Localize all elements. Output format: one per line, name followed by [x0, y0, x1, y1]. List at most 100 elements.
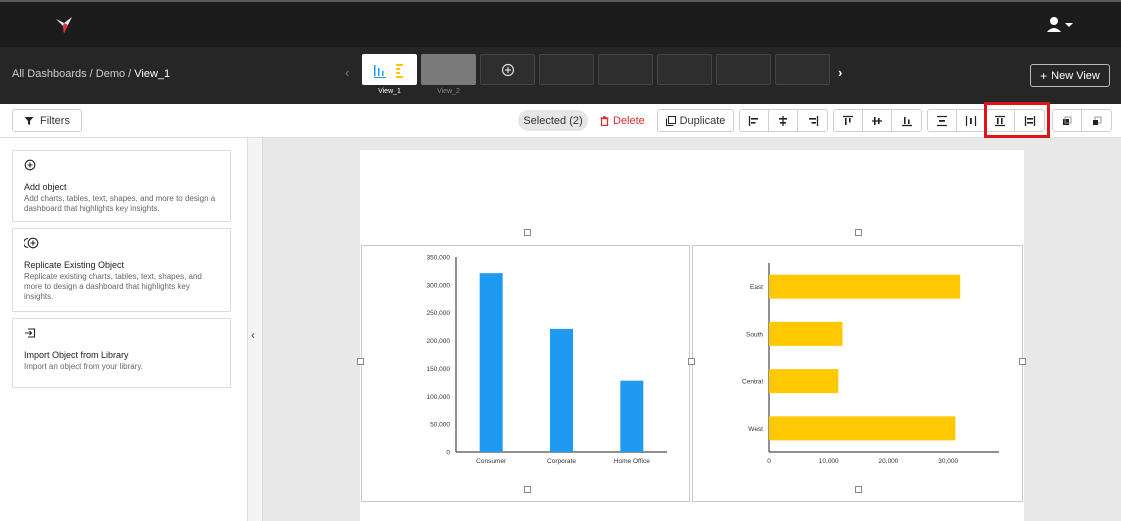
resize-handle[interactable]: [524, 486, 531, 493]
align-bottom-button[interactable]: [892, 110, 921, 131]
send-back-icon: [1092, 116, 1101, 125]
view-bar: All Dashboards / Demo / View_1 ‹ View_1 …: [0, 47, 1121, 104]
plus-circle-icon: [24, 159, 36, 171]
view-slot-empty[interactable]: [657, 54, 712, 85]
card-title: Add object: [24, 182, 67, 192]
y-tick-label: 250,000: [427, 310, 451, 317]
x-tick-label: 20,000: [879, 458, 899, 465]
view-slot-empty[interactable]: [598, 54, 653, 85]
x-tick-label: 30,000: [938, 458, 958, 465]
view-thumb-2[interactable]: [421, 54, 476, 85]
y-tick-label: 50,000: [430, 422, 450, 429]
dashboard-sheet[interactable]: 0 50,000 100,000 150,000 200,000 250,000 300,0…: [360, 150, 1024, 521]
breadcrumb-all-dashboards[interactable]: All Dashboards: [12, 68, 87, 80]
distribute-horizontal-icon: [965, 115, 977, 126]
y-tick-label: 350,000: [427, 255, 451, 262]
y-tick-label: 100,000: [427, 394, 451, 401]
align-middle-button[interactable]: [863, 110, 892, 131]
view-slot-empty[interactable]: [775, 54, 830, 85]
view-label-2[interactable]: View_2: [421, 88, 476, 95]
bar: [479, 273, 503, 452]
breadcrumb-demo[interactable]: Demo: [96, 68, 125, 80]
bring-to-front-button[interactable]: [1053, 110, 1082, 131]
chevron-right-icon[interactable]: ›: [838, 65, 842, 80]
card-description: Import an object from your library.: [24, 362, 144, 371]
y-tick-label: South: [746, 331, 763, 338]
new-view-button[interactable]: + New View: [1030, 64, 1110, 87]
resize-handle[interactable]: [855, 486, 862, 493]
align-center-button[interactable]: [769, 110, 798, 131]
delete-button[interactable]: Delete: [600, 110, 645, 131]
filter-funnel-icon: [24, 116, 34, 125]
replicate-object-card[interactable]: Replicate Existing Object Replicate exis…: [12, 228, 231, 312]
y-tick-label: 200,000: [427, 338, 451, 345]
import-icon: [25, 328, 36, 338]
add-object-card[interactable]: Add object Add charts, tables, text, sha…: [12, 150, 231, 222]
card-description: Replicate existing charts, tables, text,…: [24, 272, 202, 301]
resize-handle[interactable]: [1019, 358, 1026, 365]
align-left-icon: [748, 115, 758, 126]
trash-icon: [600, 115, 609, 126]
hummingbird-logo-icon[interactable]: [54, 15, 76, 35]
bar: [769, 416, 956, 441]
align-top-icon: [843, 115, 853, 125]
vertical-bar-chart: 0 50,000 100,000 150,000 200,000 250,000 300,0…: [427, 255, 667, 465]
card-description: Add charts, tables, text, shapes, and mo…: [24, 194, 216, 213]
view-thumb-1[interactable]: [362, 54, 417, 85]
view-label-1[interactable]: View_1: [362, 88, 417, 95]
distribute-horizontal-button[interactable]: [957, 110, 986, 131]
send-to-back-button[interactable]: [1082, 110, 1111, 131]
align-middle-icon: [872, 116, 882, 125]
chevron-left-icon[interactable]: ‹: [251, 328, 255, 342]
chevron-left-icon[interactable]: ‹: [345, 65, 349, 80]
add-view-button[interactable]: [480, 54, 535, 85]
plus-circle-icon: [501, 63, 514, 76]
card-title: Replicate Existing Object: [24, 260, 125, 270]
view-slot-empty[interactable]: [716, 54, 771, 85]
user-menu-icon[interactable]: [1046, 16, 1074, 34]
bar: [620, 380, 644, 452]
align-top-button[interactable]: [834, 110, 863, 131]
resize-handle[interactable]: [357, 358, 364, 365]
align-right-button[interactable]: [798, 110, 827, 131]
top-bar: [0, 0, 1121, 47]
resize-handle[interactable]: [688, 358, 695, 365]
bar: [769, 321, 843, 346]
selected-count-badge: Selected (2): [518, 110, 588, 131]
y-tick-label: 0: [446, 450, 450, 457]
replicate-icon: [22, 237, 39, 249]
resize-handle[interactable]: [524, 229, 531, 236]
panel-collapse-bar[interactable]: ‹: [248, 138, 263, 521]
card-title: Import Object from Library: [24, 350, 129, 360]
y-tick-label: Central: [742, 379, 764, 386]
bar: [769, 274, 961, 299]
filters-button[interactable]: Filters: [12, 109, 82, 132]
import-library-card[interactable]: Import Object from Library Import an obj…: [12, 318, 231, 388]
arrange-group: [1052, 109, 1112, 132]
vertical-bar-chart-widget[interactable]: 0 50,000 100,000 150,000 200,000 250,000 300,0…: [361, 245, 690, 502]
distribute-vertical-button[interactable]: [928, 110, 957, 131]
x-tick-label: Consumer: [476, 458, 507, 465]
copy-icon: [665, 115, 676, 126]
breadcrumb: All Dashboards / Demo / View_1: [12, 68, 171, 80]
y-tick-label: 300,000: [427, 282, 451, 289]
y-tick-label: East: [750, 284, 763, 291]
align-left-button[interactable]: [740, 110, 769, 131]
x-tick-label: 10,000: [819, 458, 839, 465]
align-center-icon: [779, 115, 787, 126]
x-tick-label: Corporate: [547, 458, 576, 465]
horizontal-bar-chart-widget[interactable]: East South Central West 0 10,000 20,000 30,000: [692, 245, 1023, 502]
align-right-icon: [808, 115, 818, 126]
horizontal-align-group: [739, 109, 828, 132]
edit-toolbar: Filters Selected (2) Delete Duplicate: [0, 104, 1121, 138]
distribute-vertical-icon: [937, 115, 947, 126]
plus-icon: +: [1040, 68, 1048, 83]
highlight-box: [984, 102, 1050, 138]
object-panel: Add object Add charts, tables, text, sha…: [0, 138, 248, 521]
view-slot-empty[interactable]: [539, 54, 594, 85]
align-bottom-icon: [901, 116, 912, 126]
duplicate-button[interactable]: Duplicate: [657, 109, 734, 132]
resize-handle[interactable]: [855, 229, 862, 236]
x-tick-label: Home Office: [614, 458, 650, 465]
breadcrumb-current: View_1: [134, 68, 171, 80]
